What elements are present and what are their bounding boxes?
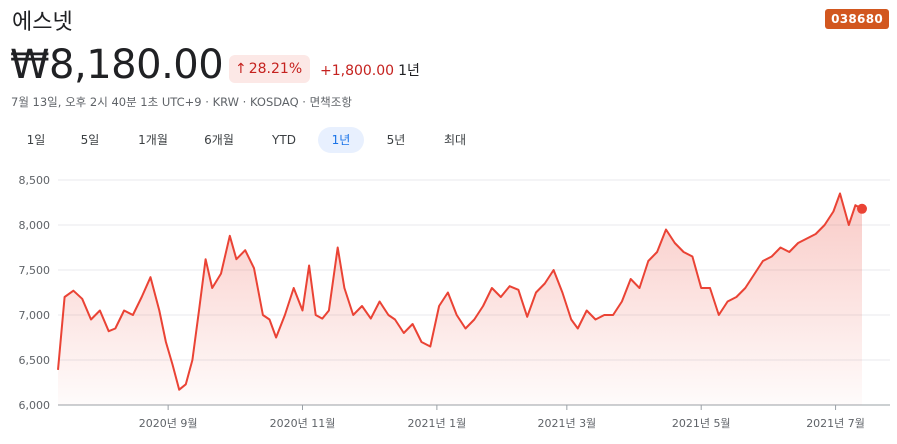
tab-1m[interactable]: 1개월: [131, 127, 175, 153]
tab-max[interactable]: 최대: [433, 127, 477, 153]
tab-1d[interactable]: 1일: [18, 127, 54, 153]
x-tick-label: 2021년 1월: [408, 417, 467, 430]
tab-ytd[interactable]: YTD: [264, 127, 304, 153]
y-tick-label: 8,000: [19, 219, 51, 232]
tab-5y[interactable]: 5년: [377, 127, 415, 153]
y-tick-label: 7,000: [19, 309, 51, 322]
change-amount: +1,800.00: [320, 63, 395, 79]
x-tick-label: 2021년 5월: [672, 417, 731, 430]
quote-meta: 7월 13일, 오후 2시 40분 1초 UTC+9 · KRW · KOSDA…: [11, 95, 352, 109]
y-tick-label: 6,000: [19, 399, 51, 412]
x-tick-label: 2020년 11월: [270, 417, 336, 430]
last-price-point: [857, 203, 867, 214]
change-percent: 28.21%: [248, 61, 303, 77]
change-absolute: +1,800.00 1년: [320, 60, 420, 80]
tab-6m[interactable]: 6개월: [197, 127, 241, 153]
y-tick-label: 7,500: [19, 264, 51, 277]
x-tick-label: 2021년 3월: [537, 417, 596, 430]
price-chart[interactable]: 6,0006,5007,0007,5008,0008,500 2020년 9월 2…: [0, 160, 897, 444]
tab-5d[interactable]: 5일: [72, 127, 108, 153]
y-tick-label: 6,500: [19, 354, 51, 367]
ticker-badge[interactable]: 038680: [825, 9, 889, 29]
change-period: 1년: [398, 63, 420, 79]
arrow-up-icon: ↑: [235, 61, 247, 77]
x-axis: 2020년 9월 2020년 11월 2021년 1월 2021년 3월 2021년 5…: [139, 405, 865, 430]
change-percent-badge: ↑ 28.21%: [229, 55, 311, 83]
tab-1y[interactable]: 1년: [318, 127, 364, 153]
current-price: ₩8,180.00: [10, 42, 224, 88]
y-tick-label: 8,500: [19, 174, 51, 187]
company-name: 에스넷: [12, 10, 73, 35]
x-tick-label: 2020년 9월: [139, 417, 198, 430]
x-tick-label: 2021년 7월: [806, 417, 865, 430]
y-axis: 6,000 6,500 7,000 7,500 8,000 8,500: [19, 174, 51, 412]
